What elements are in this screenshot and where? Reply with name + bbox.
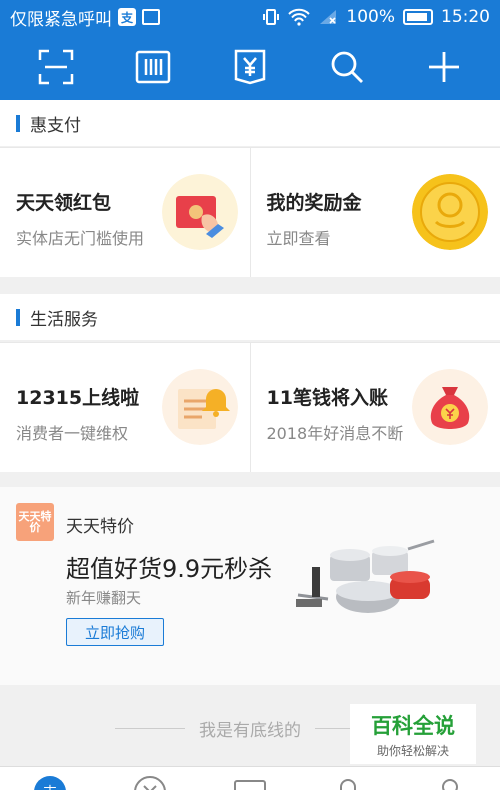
tab-friends[interactable] bbox=[330, 767, 370, 790]
home-tab-icon: 支 bbox=[34, 776, 66, 790]
vibrate-icon bbox=[263, 9, 280, 25]
card-daily-red-envelope[interactable]: 天天领红包 实体店无门槛使用 bbox=[0, 148, 250, 277]
tab-wealth[interactable] bbox=[230, 767, 270, 790]
card-incoming-money[interactable]: 11笔钱将入账 2018年好消息不断 bbox=[249, 343, 500, 472]
bottom-tab-bar: 支 bbox=[0, 766, 500, 790]
section-accent-bar bbox=[16, 308, 20, 326]
divider-left bbox=[115, 727, 185, 729]
battery-icon bbox=[403, 9, 433, 25]
alipay-notification-icon: 支 bbox=[118, 8, 136, 26]
tab-koubei[interactable] bbox=[130, 767, 170, 790]
bell-document-icon bbox=[161, 369, 238, 445]
friends-tab-icon bbox=[340, 779, 356, 790]
scan-icon[interactable] bbox=[32, 43, 80, 91]
carrier-text: 仅限紧急呼叫 bbox=[10, 9, 112, 30]
profile-tab-icon bbox=[442, 779, 458, 790]
watermark-logo: 百科全说 助你轻松解决 bbox=[350, 704, 476, 764]
promo-subtitle: 新年赚翻天 bbox=[66, 589, 142, 607]
money-bag-icon bbox=[412, 369, 488, 445]
cookware-image bbox=[296, 539, 435, 613]
tab-home[interactable]: 支 bbox=[30, 767, 70, 790]
clock-time: 15:20 bbox=[441, 7, 490, 27]
search-icon[interactable] bbox=[323, 43, 371, 91]
watermark-sub: 助你轻松解决 bbox=[376, 743, 449, 758]
section-life-service: 生活服务 bbox=[0, 294, 500, 340]
signal-icon bbox=[320, 10, 337, 24]
battery-percent: 100% bbox=[346, 7, 395, 27]
life-service-cards: 12315上线啦 消费者一键维权 11笔钱将入账 2018年好消息不断 bbox=[0, 342, 500, 472]
section-accent-bar bbox=[16, 114, 20, 132]
gold-coin-icon bbox=[412, 174, 488, 250]
collect-money-icon[interactable] bbox=[226, 43, 274, 91]
wifi-icon bbox=[288, 8, 311, 26]
svg-text:支: 支 bbox=[43, 785, 57, 790]
section-title: 生活服务 bbox=[30, 309, 98, 330]
hui-pay-cards: 天天领红包 实体店无门槛使用 我的奖励金 立即查看 bbox=[0, 147, 500, 277]
promo-name: 天天特价 bbox=[66, 517, 134, 537]
status-bar: 仅限紧急呼叫 支 100% 15:20 bbox=[0, 0, 500, 34]
image-notification-icon bbox=[142, 9, 160, 25]
section-title: 惠支付 bbox=[30, 115, 81, 136]
promo-daily-deals[interactable]: 天天特价 天天特价 超值好货9.9元秒杀 新年赚翻天 立即抢购 bbox=[0, 487, 500, 685]
barcode-pay-icon[interactable] bbox=[129, 43, 177, 91]
wealth-tab-icon bbox=[234, 780, 266, 790]
buy-now-button[interactable]: 立即抢购 bbox=[66, 618, 164, 646]
add-icon[interactable] bbox=[420, 43, 468, 91]
tab-mine[interactable] bbox=[430, 767, 470, 790]
promo-title: 超值好货9.9元秒杀 bbox=[66, 555, 273, 583]
watermark-main: 百科全说 bbox=[371, 713, 455, 738]
top-action-bar bbox=[0, 34, 500, 100]
koubei-tab-icon bbox=[134, 776, 166, 790]
end-of-list-text: 我是有底线的 bbox=[199, 720, 301, 741]
red-envelope-icon bbox=[161, 174, 238, 250]
card-my-reward[interactable]: 我的奖励金 立即查看 bbox=[249, 148, 500, 277]
promo-logo: 天天特价 bbox=[16, 503, 54, 541]
section-hui-pay: 惠支付 bbox=[0, 100, 500, 146]
card-12315[interactable]: 12315上线啦 消费者一键维权 bbox=[0, 343, 250, 472]
